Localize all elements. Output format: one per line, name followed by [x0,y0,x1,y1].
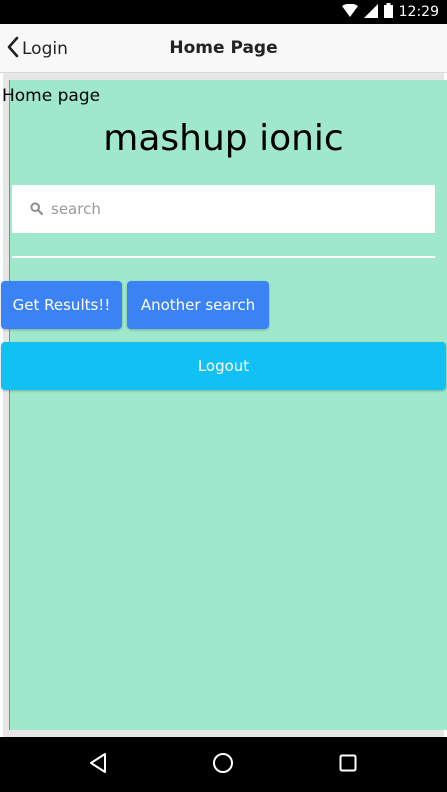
status-time: 12:29 [398,4,439,20]
back-label: Login [22,38,68,59]
recents-square-icon [339,754,357,776]
another-search-button[interactable]: Another search [127,281,269,329]
battery-icon [383,2,393,22]
logout-button[interactable]: Logout [1,342,446,390]
status-bar: 12:29 [0,0,447,24]
get-results-button[interactable]: Get Results!! [1,281,122,329]
page-label: Home page [2,86,101,106]
android-nav-bar [0,737,447,792]
wifi-icon [341,3,358,22]
signal-icon [363,3,378,22]
status-icons: 12:29 [341,0,439,24]
search-box[interactable] [12,185,435,233]
back-button[interactable]: Login [6,24,68,73]
search-icon [30,200,44,219]
divider [12,256,435,258]
recents-key[interactable] [339,737,357,792]
back-triangle-icon [88,752,108,778]
home-key[interactable] [212,737,234,792]
app-title: mashup ionic [103,118,344,159]
search-input[interactable] [49,199,413,219]
nav-bar: Login Home Page [0,24,447,73]
content-area [9,80,447,730]
chevron-left-icon [6,36,20,62]
back-key[interactable] [88,737,108,792]
home-circle-icon [212,752,234,778]
